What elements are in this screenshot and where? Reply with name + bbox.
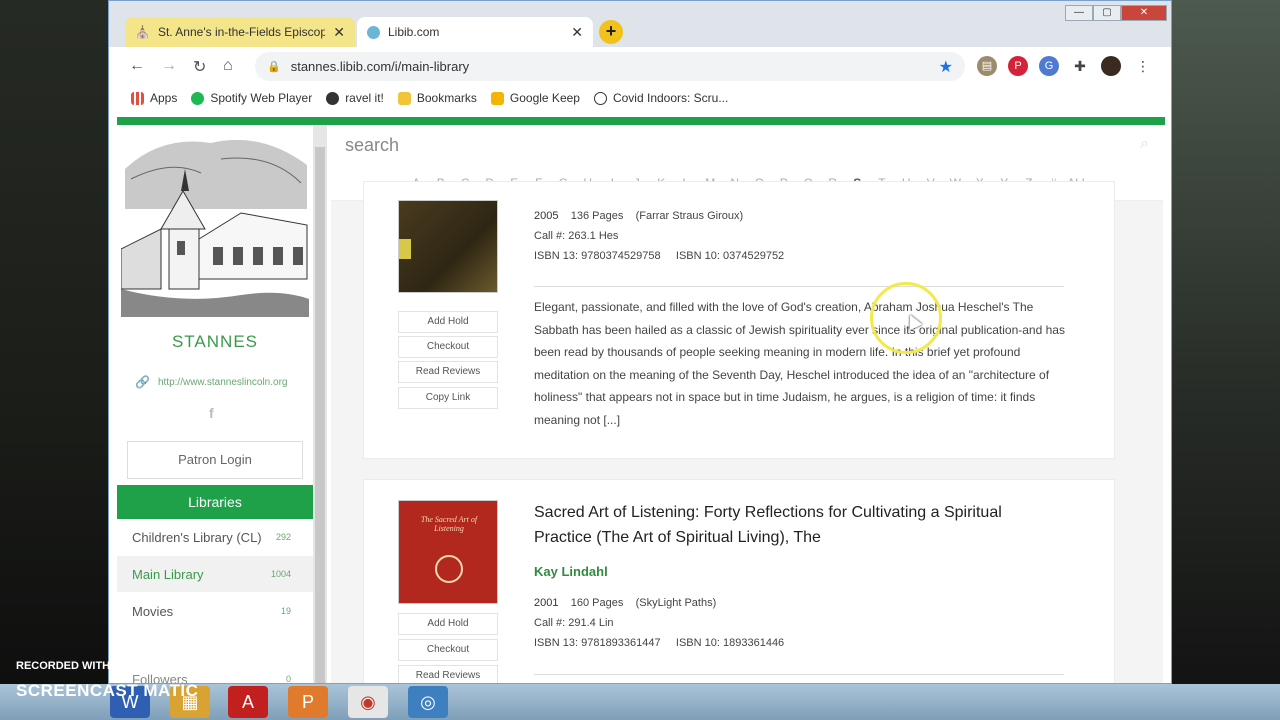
read-reviews-button[interactable]: Read Reviews xyxy=(398,665,498,683)
home-icon[interactable]: ⌂ xyxy=(223,57,233,75)
watermark-line1: RECORDED WITH xyxy=(16,660,111,672)
keep-icon xyxy=(490,91,504,105)
spotify-icon xyxy=(191,91,205,105)
desktop-background-left xyxy=(0,0,108,720)
tab-libib[interactable]: Libib.com ✕ xyxy=(357,17,593,47)
address-bar[interactable]: 🔒 stannes.libib.com/i/main-library ★ xyxy=(255,52,965,81)
library-item-movies[interactable]: Movies 19 xyxy=(117,593,313,629)
tab-label: Libib.com xyxy=(388,25,440,39)
bookmark-covid[interactable]: Covid Indoors: Scru... xyxy=(593,91,728,105)
link-icon: 🔗 xyxy=(135,375,150,389)
tab-strip: ⛪ St. Anne's in-the-Fields Episcopa ✕ Li… xyxy=(109,1,1171,47)
reload-icon[interactable]: ↻ xyxy=(193,57,206,77)
library-sidebar: STANNES 🔗 http://www.stanneslincoln.org … xyxy=(117,125,313,684)
catalog-panel: search ⌕ ABCDEFGHIJKLMNOPQRSTUVWXYZ#ALL … xyxy=(331,125,1163,683)
browser-window: ⛪ St. Anne's in-the-Fields Episcopa ✕ Li… xyxy=(108,0,1172,684)
site-top-bar xyxy=(117,117,1165,125)
library-item-childrens[interactable]: Children's Library (CL) 292 xyxy=(117,519,313,555)
book-author[interactable]: Kay Lindahl xyxy=(534,564,608,579)
book-description: Elegant, passionate, and filled with the… xyxy=(534,300,1065,427)
book-call-number: Call #: 291.4 Lin xyxy=(534,617,614,629)
globe-icon xyxy=(326,91,340,105)
extension-icon[interactable]: G xyxy=(1039,56,1059,76)
maximize-icon[interactable]: ▢ xyxy=(1093,5,1121,21)
library-count: 0 xyxy=(285,674,291,684)
add-hold-button[interactable]: Add Hold xyxy=(398,613,498,635)
watermark-line2: SCREENCAST MATIC xyxy=(16,681,199,700)
puzzle-icon[interactable]: ✚ xyxy=(1070,56,1090,76)
nyt-icon xyxy=(593,91,607,105)
bookmark-folder[interactable]: Bookmarks xyxy=(397,91,477,105)
back-icon[interactable]: ← xyxy=(129,57,145,75)
cover-title: The Sacred Art of Listening xyxy=(420,515,478,533)
tab-label: St. Anne's in-the-Fields Episcopa xyxy=(157,25,326,39)
cover-emblem-icon xyxy=(435,555,463,583)
checkout-button[interactable]: Checkout xyxy=(398,639,498,661)
extension-icon[interactable]: ▤ xyxy=(977,56,997,76)
libib-favicon-icon xyxy=(367,25,380,39)
divider xyxy=(534,286,1064,287)
bookmark-ravel[interactable]: ravel it! xyxy=(326,91,384,105)
book-card: The Sacred Art of Listening Sacred Art o… xyxy=(363,479,1115,683)
search-icon[interactable]: ⌕ xyxy=(1140,135,1149,153)
bookmark-apps[interactable]: Apps xyxy=(131,91,177,105)
avatar[interactable] xyxy=(1101,56,1121,76)
pinterest-icon[interactable]: P xyxy=(1008,56,1028,76)
book-isbn: ISBN 13: 9781893361447 ISBN 10: 18933614… xyxy=(534,637,785,649)
website-link[interactable]: 🔗 http://www.stanneslincoln.org xyxy=(135,375,287,389)
library-name: STANNES xyxy=(171,332,259,351)
lock-icon: 🔒 xyxy=(267,61,281,73)
book-cover[interactable] xyxy=(398,200,498,293)
library-item-main[interactable]: Main Library 1004 xyxy=(117,556,313,592)
divider xyxy=(534,674,1064,675)
close-tab-icon[interactable]: ✕ xyxy=(333,24,345,41)
book-pub-info: 2005 136 Pages (Farrar Straus Giroux) xyxy=(534,210,744,222)
libraries-heading: Libraries xyxy=(117,485,313,519)
book-title[interactable]: Sacred Art of Listening: Forty Reflectio… xyxy=(534,500,1054,550)
minimize-icon[interactable]: — xyxy=(1065,5,1093,21)
close-tab-icon[interactable]: ✕ xyxy=(571,24,583,41)
url-text: stannes.libib.com/i/main-library xyxy=(290,59,470,74)
scrollbar-thumb[interactable] xyxy=(315,147,325,683)
window-controls: — ▢ ✕ xyxy=(1065,5,1167,21)
church-favicon-icon: ⛪ xyxy=(135,25,150,39)
library-count: 292 xyxy=(275,532,291,542)
bookmark-star-icon[interactable]: ★ xyxy=(939,57,953,77)
acrobat-icon[interactable]: A xyxy=(228,686,268,718)
desktop-background-right xyxy=(1172,0,1280,720)
bookmark-spotify[interactable]: Spotify Web Player xyxy=(191,91,312,105)
add-hold-button[interactable]: Add Hold xyxy=(398,311,498,333)
facebook-icon[interactable]: f xyxy=(209,405,214,421)
forward-icon[interactable]: → xyxy=(161,57,177,75)
checkout-button[interactable]: Checkout xyxy=(398,336,498,358)
book-cover[interactable]: The Sacred Art of Listening xyxy=(398,500,498,604)
patron-login-button[interactable]: Patron Login xyxy=(127,441,303,479)
apps-grid-icon xyxy=(131,91,144,105)
screencast-app-icon[interactable]: ◎ xyxy=(408,686,448,718)
library-count: 1004 xyxy=(270,569,291,579)
library-count: 19 xyxy=(280,606,291,616)
folder-icon xyxy=(397,91,411,105)
browser-toolbar: ← → ↻ ⌂ 🔒 stannes.libib.com/i/main-libra… xyxy=(109,47,1171,85)
book-call-number: Call #: 263.1 Hes xyxy=(534,230,619,242)
chrome-icon[interactable]: ◉ xyxy=(348,686,388,718)
bookmark-google-keep[interactable]: Google Keep xyxy=(490,91,580,105)
search-input[interactable]: search ⌕ xyxy=(331,125,1163,165)
book-isbn: ISBN 13: 9780374529758 ISBN 10: 03745297… xyxy=(534,250,785,262)
new-tab-button[interactable]: + xyxy=(599,20,623,44)
close-window-icon[interactable]: ✕ xyxy=(1121,5,1167,21)
church-logo xyxy=(121,129,309,317)
copy-link-button[interactable]: Copy Link xyxy=(398,387,498,409)
book-card: 2005 136 Pages (Farrar Straus Giroux) Ca… xyxy=(363,181,1115,459)
read-reviews-button[interactable]: Read Reviews xyxy=(398,361,498,383)
powerpoint-icon[interactable]: P xyxy=(288,686,328,718)
bookmarks-bar: Apps Spotify Web Player ravel it! Bookma… xyxy=(109,85,1171,111)
tab-st-annes[interactable]: ⛪ St. Anne's in-the-Fields Episcopa ✕ xyxy=(125,17,355,47)
sidebar-scrollbar[interactable] xyxy=(313,125,327,683)
menu-dots-icon[interactable]: ⋮ xyxy=(1133,56,1153,76)
book-pub-info: 2001 160 Pages (SkyLight Paths) xyxy=(534,597,717,609)
